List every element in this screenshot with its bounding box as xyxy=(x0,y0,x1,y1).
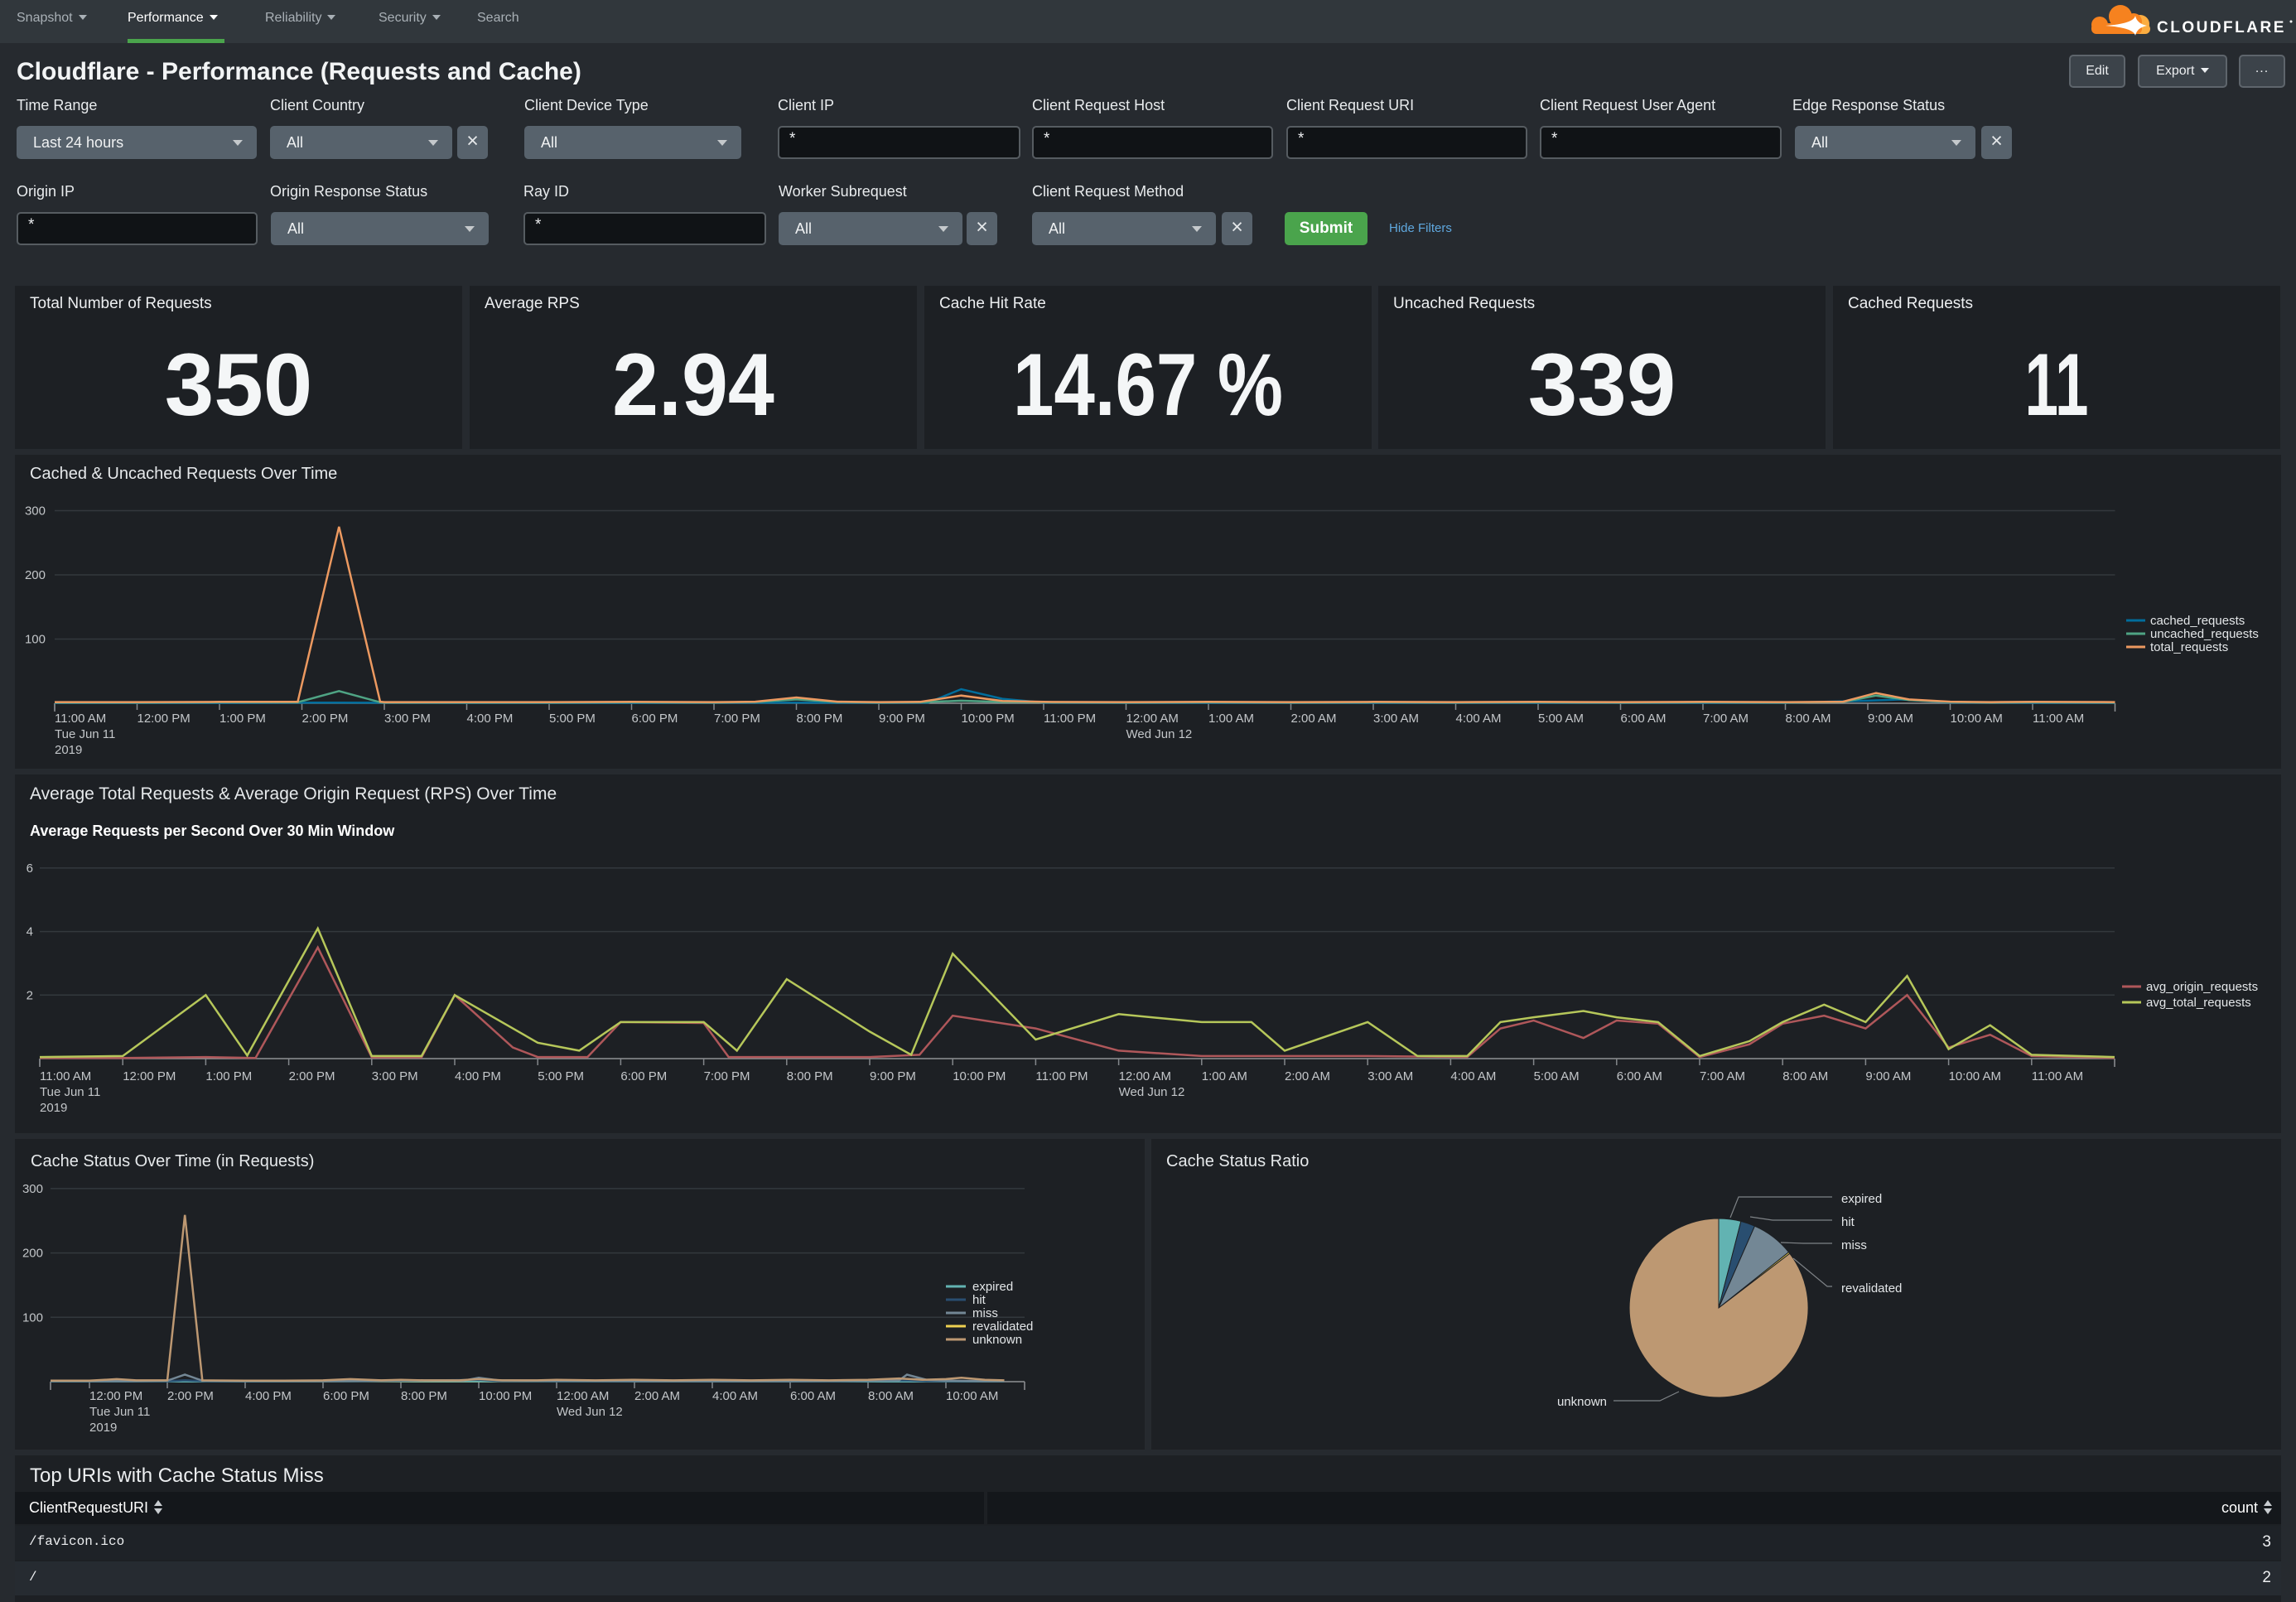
svg-text:miss: miss xyxy=(1841,1238,1867,1252)
svg-text:expired: expired xyxy=(1841,1192,1882,1206)
svg-text:revalidated: revalidated xyxy=(1841,1281,1902,1296)
svg-text:hit: hit xyxy=(1841,1215,1855,1229)
svg-text:unknown: unknown xyxy=(1557,1395,1607,1409)
